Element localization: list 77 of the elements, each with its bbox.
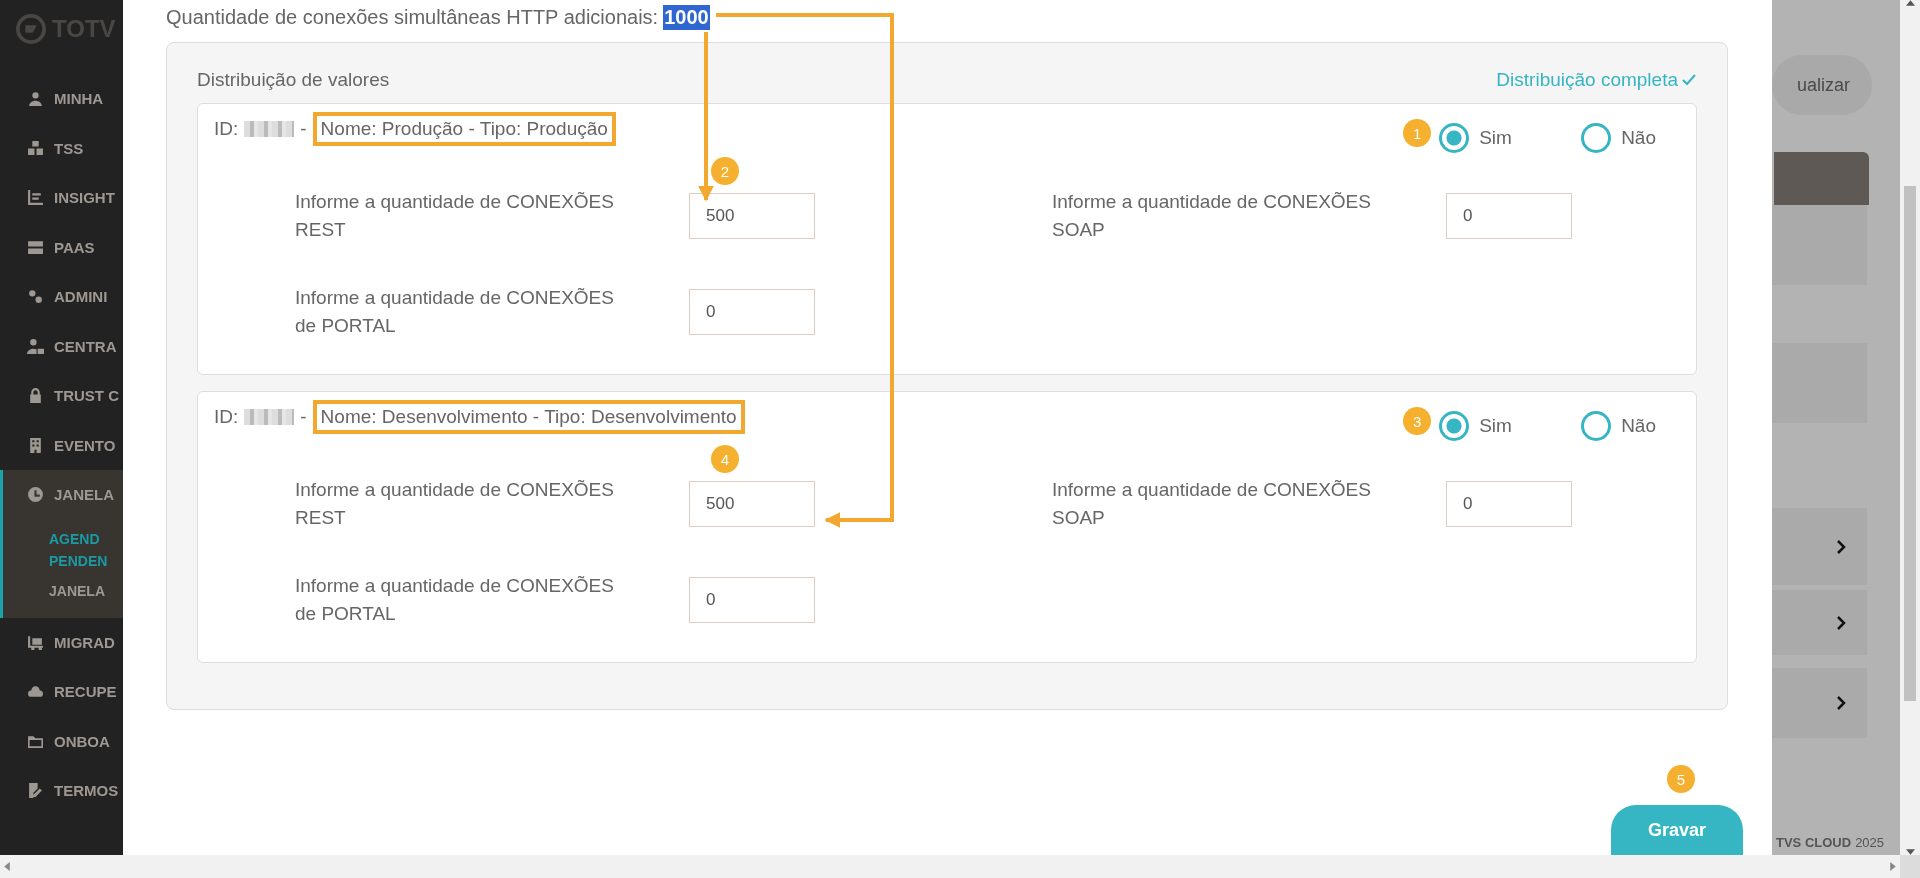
sidebar-item[interactable]: TERMOS: [0, 766, 123, 816]
scrollbar-corner: [1900, 855, 1920, 878]
input-field[interactable]: 0: [1446, 193, 1572, 239]
environment-name: Nome: Produção - Tipo: Produção: [312, 112, 616, 146]
clock-icon: [27, 486, 44, 504]
sidebar-item[interactable]: ADMINI: [0, 272, 123, 322]
footer-brand: TVS CLOUD: [1776, 834, 1852, 852]
sidebar-subitem[interactable]: JANELA: [49, 579, 113, 602]
logo-icon: [16, 14, 46, 44]
field-label: Informe a quantidade de CONEXÕES de PORTAL: [295, 286, 615, 338]
cart-icon: [27, 633, 44, 651]
environment-name: Nome: Desenvolvimento - Tipo: Desenvolvimento: [312, 400, 745, 434]
sidebar-item[interactable]: JANELA: [3, 470, 123, 520]
id-label: ID:: [214, 406, 239, 428]
sidebar-item[interactable]: TRUST C: [0, 371, 123, 421]
radio-option[interactable]: Não: [1581, 123, 1656, 153]
radio-button[interactable]: [1581, 123, 1612, 153]
redacted-id: [244, 409, 295, 425]
lock-icon: [27, 387, 44, 405]
horizontal-scrollbar[interactable]: [0, 855, 1900, 878]
server-icon: [27, 238, 44, 256]
sidebar-item[interactable]: RECUPE: [0, 667, 123, 717]
radio-button[interactable]: [1439, 411, 1470, 441]
radio-button[interactable]: [1439, 123, 1470, 153]
separator-text: -: [300, 406, 307, 428]
radio-option[interactable]: Sim: [1439, 123, 1582, 153]
scroll-left-icon[interactable]: [4, 862, 10, 871]
field-label: Informe a quantidade de CONEXÕES SOAP: [1052, 190, 1372, 242]
step-badge: 3: [1403, 407, 1432, 435]
radio-option[interactable]: Sim: [1439, 411, 1582, 441]
chevron-right-icon: [1835, 537, 1847, 556]
sidebar-item[interactable]: TSS: [0, 123, 123, 173]
http-connections-label: Quantidade de conexões simultâneas HTTP adicionais:: [166, 5, 659, 29]
chart-icon: [27, 189, 44, 207]
chevron-right-icon: [1835, 694, 1847, 712]
field-label: Informe a quantidade de CONEXÕES REST: [295, 478, 615, 530]
separator-text: -: [300, 118, 307, 140]
building-icon: [27, 436, 44, 454]
sidebar-item[interactable]: PAAS: [0, 222, 123, 272]
input-field[interactable]: 0: [689, 289, 815, 335]
input-field[interactable]: 0: [1446, 481, 1572, 527]
sidebar-item[interactable]: MIGRAD: [0, 617, 123, 667]
cubes-icon: [27, 139, 44, 157]
http-connections-value: 1000: [663, 4, 710, 30]
chevron-right-icon: [1835, 613, 1847, 632]
sidebar-subitem[interactable]: AGEND PENDEN: [49, 527, 113, 572]
sidebar-item[interactable]: EVENTO: [0, 420, 123, 470]
sidebar-item[interactable]: INSIGHT: [0, 173, 123, 223]
field-label: Informe a quantidade de CONEXÕES de PORTAL: [295, 574, 615, 626]
user-lock-icon: [27, 337, 44, 355]
field-label: Informe a quantidade de CONEXÕES SOAP: [1052, 478, 1372, 530]
radio-button[interactable]: [1581, 411, 1612, 441]
field-label: Informe a quantidade de CONEXÕES REST: [295, 190, 615, 242]
sidebar-item[interactable]: MINHA: [0, 74, 123, 124]
user-icon: [27, 90, 44, 108]
distribution-status: Distribuição completa: [1496, 69, 1697, 91]
input-field[interactable]: 500: [689, 193, 815, 239]
scroll-right-icon[interactable]: [1890, 862, 1896, 871]
redacted-id: [244, 121, 295, 137]
step-badge: 1: [1403, 119, 1432, 147]
sidebar-item[interactable]: ONBOA: [0, 716, 123, 766]
sidebar-item[interactable]: CENTRA: [0, 321, 123, 371]
step-badge: 2: [711, 157, 739, 185]
update-button[interactable]: ualizar: [1772, 55, 1872, 115]
gears-icon: [27, 288, 44, 306]
scroll-up-icon[interactable]: [1905, 0, 1915, 6]
checkmark-icon: [1681, 72, 1697, 88]
id-label: ID:: [214, 118, 239, 140]
step-badge: 5: [1667, 765, 1695, 793]
input-field[interactable]: 0: [689, 577, 815, 623]
vertical-scrollbar[interactable]: [1900, 0, 1920, 855]
radio-option[interactable]: Não: [1581, 411, 1656, 441]
step-badge: 4: [711, 445, 739, 473]
footer-year: 2025: [1855, 834, 1885, 852]
input-field[interactable]: 500: [689, 481, 815, 527]
distribution-title: Distribuição de valores: [197, 69, 390, 91]
document-pen-icon: [27, 782, 44, 800]
